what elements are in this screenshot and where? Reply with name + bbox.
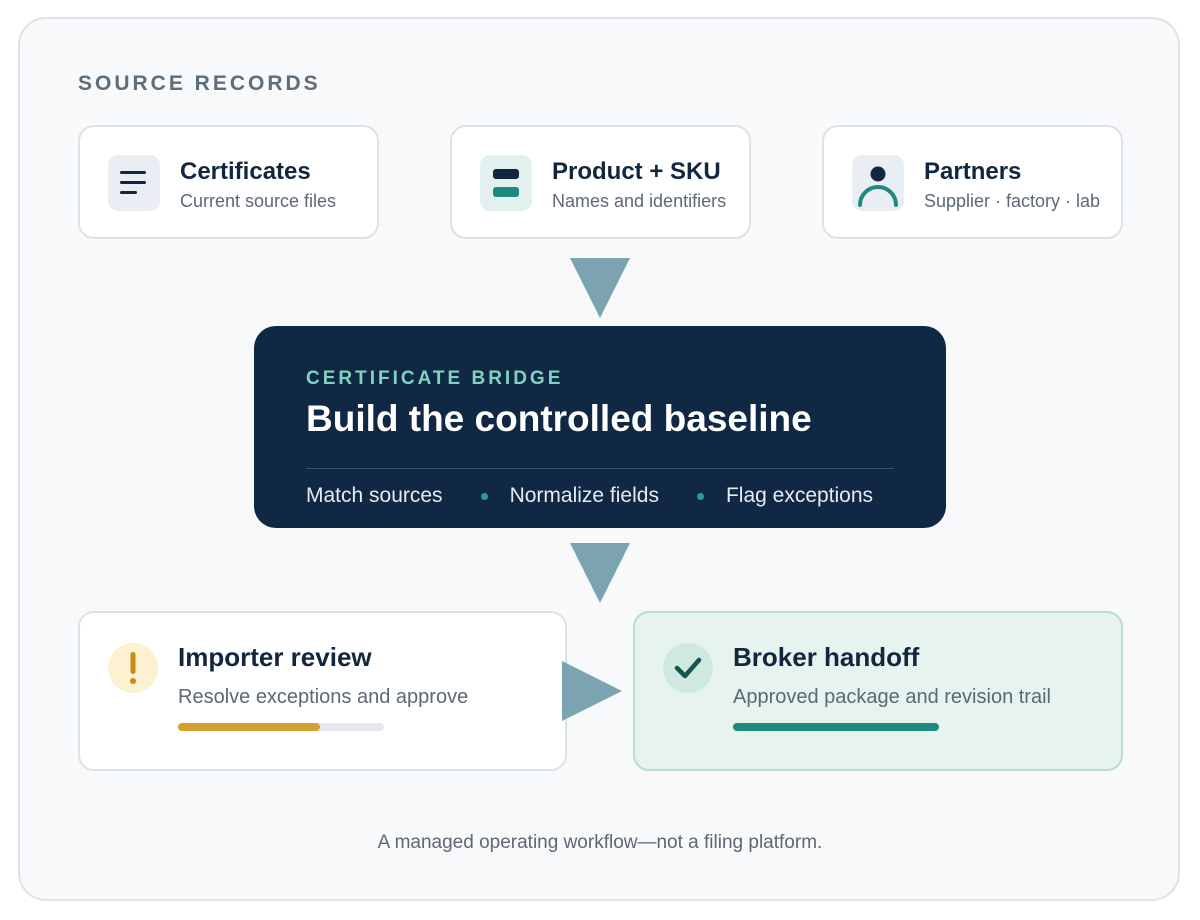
bridge-eyebrow: CERTIFICATE BRIDGE: [306, 368, 564, 389]
bridge-divider: [306, 468, 894, 469]
review-subtitle: Resolve exceptions and approve: [178, 686, 469, 708]
bridge-step: Match sources: [306, 484, 443, 507]
source-subtitle: Current source files: [180, 191, 337, 211]
bullet-dot-icon: [480, 492, 488, 500]
sku-tag-icon: [480, 155, 532, 211]
bridge-headline: Build the controlled baseline: [306, 398, 812, 439]
footer-note: A managed operating workflow—not a filin…: [377, 832, 823, 853]
exclamation-icon: [108, 643, 158, 693]
source-title: Certificates: [180, 158, 311, 185]
source-card-product-sku: Product + SKU Names and identifiers: [450, 125, 751, 239]
source-subtitle: Names and identifiers: [552, 191, 727, 211]
review-progress-bar: [178, 723, 384, 731]
arrow-down-icon: [570, 543, 630, 603]
importer-review-card: Importer review Resolve exceptions and a…: [78, 611, 567, 771]
review-progress-fill: [178, 723, 321, 731]
document-lines-icon: [108, 155, 160, 211]
source-card-certificates: Certificates Current source files: [78, 125, 379, 239]
person-icon: [852, 155, 904, 211]
broker-handoff-card: Broker handoff Approved package and revi…: [633, 611, 1123, 771]
review-title: Importer review: [178, 642, 372, 672]
source-title: Product + SKU: [552, 158, 721, 185]
source-title: Partners: [924, 158, 1022, 185]
bridge-step: Flag exceptions: [725, 484, 874, 507]
checkmark-icon: [663, 643, 713, 693]
arrow-right-icon: [562, 661, 622, 721]
source-card-partners: Partners Supplier · factory · lab: [822, 125, 1123, 239]
bridge-steps: Match sources Normalize fields Flag exce…: [306, 484, 873, 508]
arrow-down-icon: [570, 258, 630, 318]
handoff-subtitle: Approved package and revision trail: [733, 686, 1051, 708]
bullet-dot-icon: [696, 492, 704, 500]
source-subtitle: Supplier · factory · lab: [924, 191, 1101, 211]
handoff-progress-bar: [733, 723, 939, 731]
section-label: SOURCE RECORDS: [78, 72, 321, 95]
certificate-bridge-panel: CERTIFICATE BRIDGE Build the controlled …: [254, 326, 946, 528]
handoff-progress-fill: [733, 723, 939, 731]
bridge-step: Normalize fields: [509, 484, 659, 507]
handoff-title: Broker handoff: [733, 642, 920, 672]
